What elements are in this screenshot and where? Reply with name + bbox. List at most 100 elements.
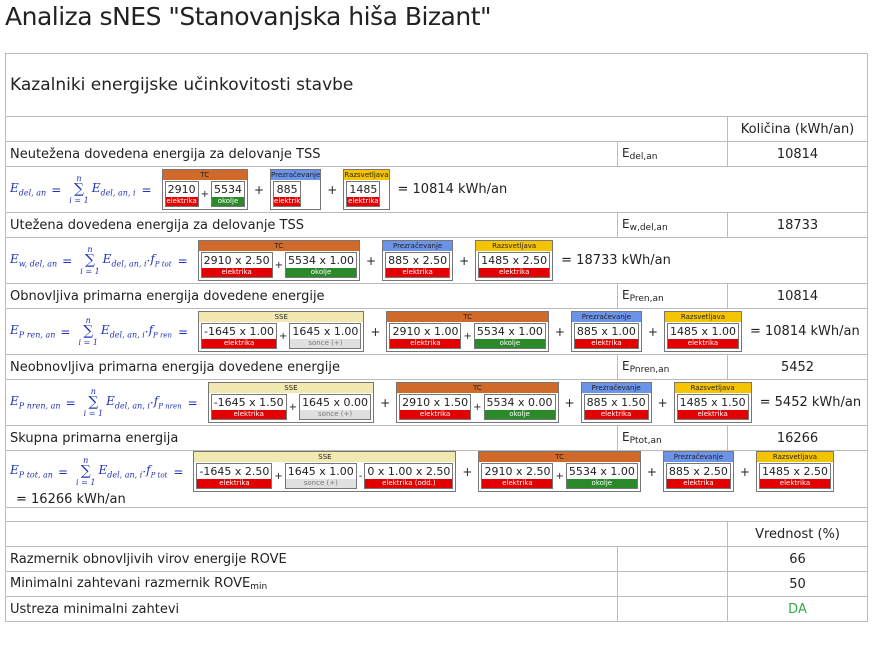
column-header-value: Vrednost (%) bbox=[726, 521, 869, 547]
energy-cell-type: sonce (+) bbox=[290, 339, 361, 348]
energy-cell-type: elektrika bbox=[202, 339, 277, 348]
indicator-symbol-sub: Pnren,an bbox=[629, 365, 670, 375]
formula: EP tot, an = n ∑ i = 1 Edel, an, i · fP tot… bbox=[10, 451, 863, 507]
energy-cell-value: 5534 bbox=[213, 183, 242, 196]
energy-cell-type: elektrika bbox=[677, 410, 748, 419]
energy-cell-type: elektrika bbox=[667, 339, 738, 348]
indicator-row: Neobnovljiva primarna energija dovedene … bbox=[5, 354, 869, 380]
indicator-row: Skupna primarna energija EPtot,an 16266 bbox=[5, 425, 869, 451]
energy-cell-type: okolje bbox=[484, 410, 555, 419]
energy-cell-type: elektrika bbox=[386, 268, 450, 277]
plus-sign: + bbox=[370, 324, 381, 339]
indicator-value: 10814 bbox=[726, 283, 869, 309]
energy-cell: 885 x 1.50 elektrika bbox=[583, 394, 649, 420]
rove-label: Ustreza minimalni zahtevi bbox=[5, 596, 618, 622]
energy-group-title: TC bbox=[479, 452, 640, 462]
energy-cell-value: 2910 bbox=[167, 183, 196, 196]
operator: + bbox=[200, 188, 209, 200]
energy-group-title: Razsvetljava bbox=[664, 312, 741, 322]
energy-cell: 885 x 2.50 elektrika bbox=[385, 252, 451, 278]
energy-cell: 1645 x 0.00 sonce (+) bbox=[299, 394, 372, 420]
energy-group-title: SSE bbox=[208, 383, 374, 393]
energy-cell-value: 5534 x 0.00 bbox=[486, 396, 553, 409]
energy-group: Razsvetljava 1485 x 2.50 elektrika bbox=[755, 451, 834, 492]
energy-table: Kazalniki energijske učinkovitosti stavb… bbox=[4, 53, 869, 622]
operator: + bbox=[555, 470, 564, 482]
energy-cell: 5534 okolje bbox=[210, 181, 245, 207]
energy-group-title: Prezračevanje bbox=[571, 312, 641, 322]
formula-lhs: Ew, del, an = n ∑ i = 1 Edel, an, i · fP to… bbox=[10, 245, 188, 276]
energy-group-title: TC bbox=[162, 170, 247, 180]
formula-result: = 10814 kWh/an bbox=[749, 324, 860, 339]
formula-cell: Edel, an = n ∑ i = 1 Edel, an, i = TC 2910 el… bbox=[4, 166, 869, 213]
energy-group-title: Prezračevanje bbox=[383, 241, 453, 251]
formula-result: = 16266 kWh/an bbox=[16, 492, 126, 507]
plus-sign: + bbox=[739, 464, 750, 479]
energy-cell-value: 1485 x 1.50 bbox=[679, 396, 746, 409]
plus-sign: + bbox=[646, 464, 657, 479]
energy-cell: 885 x 2.50 elektrika bbox=[665, 463, 731, 489]
indicator-label: Neobnovljiva primarna energija dovedene … bbox=[5, 354, 618, 380]
energy-cell: 1485 elektrika bbox=[346, 181, 381, 207]
energy-group-title: Razsvetljava bbox=[756, 452, 833, 462]
indicator-symbol: EPtot,an bbox=[617, 425, 728, 451]
operator: - bbox=[358, 470, 363, 482]
rove-row: Minimalni zahtevani razmernik ROVEmin 50 bbox=[5, 571, 869, 597]
energy-cell: 5534 x 1.00 okolje bbox=[565, 463, 638, 489]
energy-cell: 0 x 1.00 x 2.50 elektrika (odd.) bbox=[364, 463, 454, 489]
rove-label: Razmernik obnovljivih virov energije ROV… bbox=[5, 546, 618, 572]
energy-cell-value: 1485 x 2.50 bbox=[481, 254, 548, 267]
plus-sign: + bbox=[380, 395, 391, 410]
energy-group: SSE -1645 x 2.50 elektrika +1645 x 1.00 sonc… bbox=[193, 451, 457, 492]
energy-cell: 5534 x 1.00 okolje bbox=[473, 323, 546, 349]
energy-cell: -1645 x 2.50 elektrika bbox=[196, 463, 273, 489]
plus-sign: + bbox=[554, 324, 565, 339]
energy-cell-type: elektrika bbox=[197, 479, 272, 488]
energy-cell: 2910 x 1.50 elektrika bbox=[399, 394, 472, 420]
column-header-row: Vrednost (%) bbox=[5, 521, 869, 547]
indicator-value: 5452 bbox=[726, 354, 869, 380]
plus-sign: + bbox=[366, 253, 377, 268]
energy-cell-type: okolje bbox=[286, 268, 357, 277]
formula-cell: EP nren, an = n ∑ i = 1 Edel, an, i · fP nr… bbox=[4, 379, 869, 426]
energy-cell-type: elektrika bbox=[390, 339, 461, 348]
operator: + bbox=[288, 401, 298, 413]
energy-cell-type: elektrika bbox=[482, 479, 553, 488]
energy-group-title: Prezračevanje bbox=[663, 452, 733, 462]
indicator-symbol: Ew,del,an bbox=[617, 212, 728, 238]
formula-row: EP tot, an = n ∑ i = 1 Edel, an, i · fP tot… bbox=[4, 450, 869, 508]
energy-cell-value: 2910 x 1.50 bbox=[402, 396, 469, 409]
energy-cell-type: elektrika bbox=[347, 197, 380, 206]
energy-cell-value: -1645 x 1.50 bbox=[213, 396, 284, 409]
energy-cell-type: okolje bbox=[566, 479, 637, 488]
energy-cell-value: 1485 bbox=[349, 183, 378, 196]
formula: EP nren, an = n ∑ i = 1 Edel, an, i · fP nr… bbox=[10, 381, 863, 425]
formula-row: EP ren, an = n ∑ i = 1 Edel, an, i · fP ren… bbox=[4, 308, 869, 355]
energy-cell-type: elektrika bbox=[584, 410, 648, 419]
energy-cell-type: elektrika bbox=[759, 479, 830, 488]
energy-cell-type: elektrika bbox=[211, 410, 286, 419]
indicator-symbol: EPren,an bbox=[617, 283, 728, 309]
indicator-label: Skupna primarna energija bbox=[5, 425, 618, 451]
indicator-value: 10814 bbox=[726, 141, 869, 167]
energy-cell: 885 elektrik bbox=[273, 181, 302, 207]
formula-row: Edel, an = n ∑ i = 1 Edel, an, i = TC 2910 el… bbox=[4, 166, 869, 213]
formula-result: = 10814 kWh/an bbox=[397, 182, 508, 197]
plus-sign: + bbox=[253, 182, 265, 197]
energy-cell-type: okolje bbox=[474, 339, 545, 348]
indicator-label: Neutežena dovedena energija za delovanje… bbox=[5, 141, 618, 167]
energy-group-title: Razsvetljava bbox=[674, 383, 751, 393]
energy-cell: 1485 x 1.50 elektrika bbox=[676, 394, 749, 420]
indicator-row: Utežena dovedena energija za delovanje T… bbox=[5, 212, 869, 238]
energy-cell-value: 885 x 1.00 bbox=[576, 325, 636, 338]
sum-symbol: n ∑ i = 1 bbox=[83, 387, 104, 418]
energy-cell-value: 885 x 2.50 bbox=[388, 254, 448, 267]
energy-cell-value: -1645 x 2.50 bbox=[199, 465, 270, 478]
energy-cell: 1645 x 1.00 sonce (+) bbox=[289, 323, 362, 349]
energy-group-title: TC bbox=[397, 383, 558, 393]
energy-cell: 885 x 1.00 elektrika bbox=[573, 323, 639, 349]
sum-symbol: n ∑ i = 1 bbox=[78, 316, 98, 347]
energy-cell: 1485 x 1.00 elektrika bbox=[666, 323, 739, 349]
indicator-row: Obnovljiva primarna energija dovedene en… bbox=[5, 283, 869, 309]
energy-group: Razsvetljava 1485 x 1.00 elektrika bbox=[663, 311, 742, 352]
